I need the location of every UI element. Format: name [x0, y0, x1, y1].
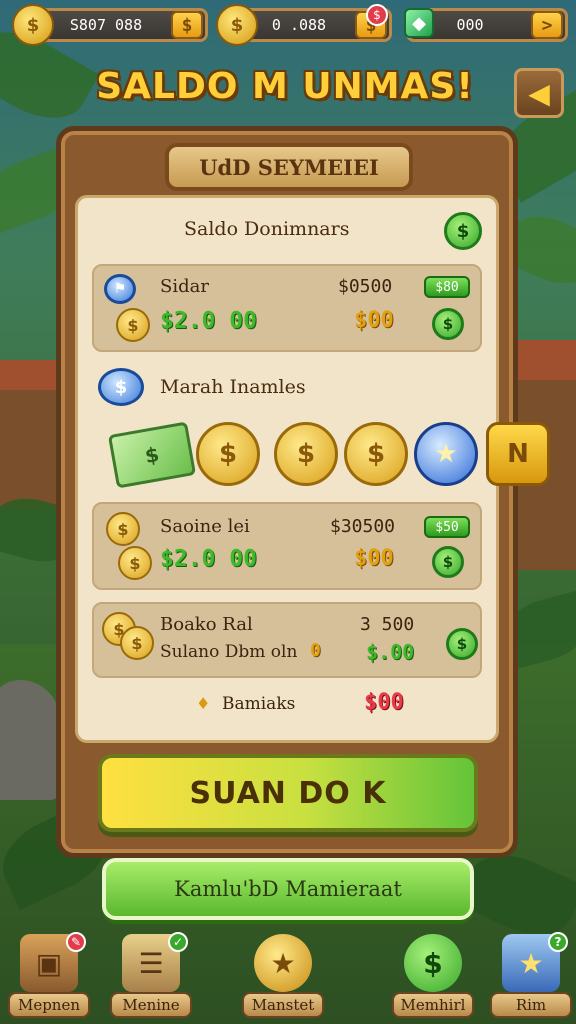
- secondary-button[interactable]: Kamlu'bD Mamieraat: [102, 858, 474, 920]
- coins-value: S807 088: [69, 16, 143, 34]
- gold-value: 0 .088: [271, 16, 327, 34]
- shop-item-blue-star-coin[interactable]: ★: [414, 422, 478, 486]
- nav-item-memhirl[interactable]: $ Memhirl: [388, 934, 478, 1024]
- coin-stack-icon: $: [12, 4, 54, 46]
- row2-pill[interactable]: $50: [424, 516, 470, 538]
- nav-badge: ?: [548, 932, 568, 952]
- star-medal-icon: ★: [254, 934, 312, 992]
- gold-coin-icon: $: [120, 626, 154, 660]
- balance-panel: UdD SEYMEIEI Saldo Donimnars $ ⚑ Sidar $…: [56, 126, 550, 858]
- panel-content: Saldo Donimnars $ ⚑ Sidar $ $2.0 00 $050…: [75, 195, 550, 743]
- bottom-nav: ▣ ✎ Mepnen ☰ ✓ Menine ★ Manstet $ Memhirl ★? Rim: [0, 928, 576, 1024]
- row2-price-top: $30500: [330, 516, 396, 537]
- row1-price: $00: [354, 308, 394, 333]
- nav-label: Manstet: [242, 992, 324, 1018]
- row2-amount: $2.0 00: [160, 546, 257, 572]
- shop-item-gold-coin[interactable]: $: [274, 422, 338, 486]
- balance-row-2[interactable]: $ Saoine lei $ $2.0 00 $30500 $50 $00 $: [92, 502, 482, 590]
- notification-badge: $: [366, 4, 388, 26]
- nav-badge: ✓: [168, 932, 188, 952]
- gold-coins-icon: $: [216, 4, 258, 46]
- dollar-coin-icon: $: [404, 934, 462, 992]
- dollar-coin-icon: $: [444, 212, 482, 250]
- nav-item-manstet[interactable]: ★ Manstet: [238, 934, 328, 1024]
- balance-row-1[interactable]: ⚑ Sidar $ $2.0 00 $0500 $80 $00 $: [92, 264, 482, 352]
- dollar-coin-icon[interactable]: $: [446, 628, 478, 660]
- gem-icon: ◆: [404, 8, 434, 38]
- gold-coin-icon: $: [106, 512, 140, 546]
- row2-price: $00: [354, 546, 394, 571]
- panel-banner: UdD SEYMEIEI: [165, 143, 413, 191]
- coins-counter: S807 088 $: [38, 8, 208, 42]
- confirm-button[interactable]: SUAN DO K: [98, 754, 478, 832]
- nav-label: Menine: [110, 992, 192, 1018]
- section-title-balance: Saldo Donimnars: [184, 218, 350, 240]
- shop-item-gold-coin[interactable]: $: [344, 422, 408, 486]
- dollar-coin-icon[interactable]: $: [432, 546, 464, 578]
- row2-label: Saoine lei: [160, 516, 250, 537]
- nav-label: Mepnen: [8, 992, 90, 1018]
- gold-coin-icon: $: [118, 546, 152, 580]
- resource-bar: S807 088 $ $ 0 .088 $ $ $ 000 > ◆: [8, 4, 568, 46]
- row1-pill[interactable]: $80: [424, 276, 470, 298]
- bell-icon: ⚑: [104, 274, 136, 304]
- nav-badge: ✎: [66, 932, 86, 952]
- page-title: SALDO M UNMAS!: [96, 66, 474, 107]
- bonus-label: Bamiaks: [222, 694, 296, 714]
- blue-dollar-coin-icon: $: [98, 368, 144, 406]
- balance-row-3[interactable]: $ $ Boako Ral Sulano Dbm oln 0 3 500 $.0…: [92, 602, 482, 678]
- nav-label: Memhirl: [392, 992, 474, 1018]
- rock: [0, 680, 60, 800]
- diamond-icon: ♦: [196, 694, 211, 713]
- shop-item-cash-stack[interactable]: $: [107, 421, 197, 489]
- add-gems-button[interactable]: >: [531, 11, 563, 39]
- section-title-items: Marah Inamles: [160, 376, 306, 398]
- shop-items-row: $ $ $ $ ★ N: [92, 421, 550, 492]
- gold-coin-icon: $: [116, 308, 150, 342]
- row3-sublabel: Sulano Dbm oln: [160, 642, 298, 662]
- nav-label: Rim: [490, 992, 572, 1018]
- add-coins-button[interactable]: $: [171, 11, 203, 39]
- row3-price-top: 3 500: [360, 614, 415, 635]
- dollar-coin-icon[interactable]: $: [432, 308, 464, 340]
- row3-zero: 0: [310, 640, 321, 661]
- row3-label: Boako Ral: [160, 614, 253, 635]
- shop-item-gold-coin[interactable]: $: [196, 422, 260, 486]
- row1-amount: $2.0 00: [160, 308, 257, 334]
- row3-price: $.00: [366, 640, 415, 664]
- arrow-left-icon: ◀: [528, 76, 550, 110]
- bonus-price: $00: [364, 690, 404, 715]
- row1-price-top: $0500: [338, 276, 393, 297]
- back-button[interactable]: ◀: [514, 68, 564, 118]
- nav-item-mepnen[interactable]: ▣ ✎ Mepnen: [4, 932, 94, 1024]
- nav-item-menine[interactable]: ☰ ✓ Menine: [106, 932, 196, 1024]
- row1-label: Sidar: [160, 276, 209, 297]
- shop-item-gold-n-coin[interactable]: N: [486, 422, 550, 486]
- nav-item-rim[interactable]: ★? Rim: [486, 932, 576, 1024]
